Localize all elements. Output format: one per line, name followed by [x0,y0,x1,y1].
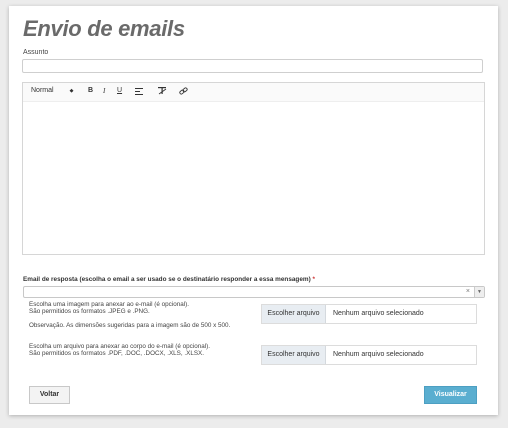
attachment-hint: Escolha um arquivo para anexar ao corpo … [29,343,210,357]
back-button[interactable]: Voltar [29,386,70,404]
bold-button[interactable]: B [88,87,93,94]
image-hint: Escolha uma imagem para anexar ao e-mail… [29,301,189,315]
italic-button[interactable]: I [103,87,105,95]
editor-content-area[interactable] [23,102,484,254]
preview-button[interactable]: Visualizar [424,386,477,404]
subject-label: Assunto [23,49,49,56]
link-icon[interactable] [179,87,188,97]
image-file-input: Escolher arquivo Nenhum arquivo selecion… [261,304,477,324]
clear-format-icon[interactable] [158,87,167,97]
attachment-file-status: Nenhum arquivo selecionado [333,351,424,358]
dropdown-arrow-icon[interactable]: ▼ [474,287,484,297]
choose-image-button[interactable]: Escolher arquivo [262,305,326,323]
page-title: Envio de emails [23,16,185,41]
image-file-status: Nenhum arquivo selecionado [333,310,424,317]
reply-email-select[interactable]: × ▼ [23,286,485,298]
editor-toolbar: Normal ◆ B I U [23,83,484,102]
size-caret-icon: ◆ [69,88,74,94]
choose-attachment-button[interactable]: Escolher arquivo [262,346,326,364]
rich-text-editor: Normal ◆ B I U [22,82,485,255]
font-size-select[interactable]: Normal ◆ [31,87,73,94]
email-form-card: Envio de emails Assunto Normal ◆ B I U Em… [9,6,498,415]
attachment-hint-line2: São permitidos os formatos .PDF, .DOC, .… [29,349,204,357]
clear-selection-icon[interactable]: × [466,288,470,295]
image-dimensions-note: Observação. As dimensões sugeridas para … [29,322,231,329]
underline-button[interactable]: U [117,87,122,94]
image-hint-line2: São permitidos os formatos .JPEG e .PNG. [29,307,150,315]
font-size-label: Normal [31,87,54,94]
reply-email-label-text: Email de resposta (escolha o email a ser… [23,276,311,283]
subject-input[interactable] [22,59,483,73]
reply-email-label: Email de resposta (escolha o email a ser… [23,276,315,283]
attachment-file-input: Escolher arquivo Nenhum arquivo selecion… [261,345,477,365]
required-mark: * [312,276,315,283]
align-left-icon[interactable] [135,87,144,97]
